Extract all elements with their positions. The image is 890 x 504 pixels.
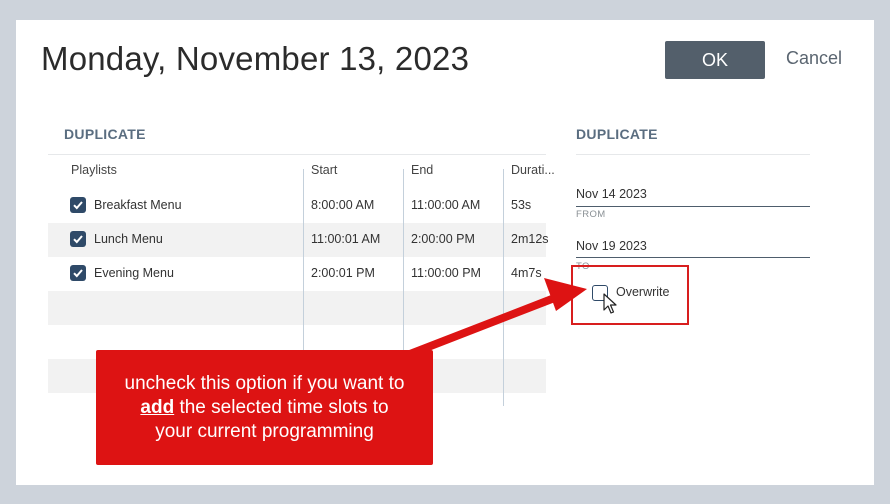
to-underline: [576, 257, 810, 258]
row-checkbox[interactable]: [70, 197, 86, 213]
from-label: FROM: [576, 209, 606, 220]
column-header-end[interactable]: End: [411, 163, 433, 177]
header-divider: [576, 154, 810, 155]
playlist-name: Evening Menu: [94, 266, 174, 280]
from-date-input[interactable]: Nov 14 2023: [576, 187, 647, 201]
empty-row: [48, 291, 546, 325]
end-time: 2:00:00 PM: [411, 232, 475, 246]
callout-line-3: your current programming: [155, 421, 374, 442]
header-divider: [48, 154, 546, 155]
check-icon: [73, 201, 83, 210]
left-section-heading: DUPLICATE: [64, 126, 146, 142]
dialog-title: Monday, November 13, 2023: [41, 40, 470, 77]
column-header-playlists[interactable]: Playlists: [71, 163, 117, 177]
table-row[interactable]: Breakfast Menu 8:00:00 AM 11:00:00 AM 53…: [48, 189, 546, 223]
cancel-button[interactable]: Cancel: [786, 48, 842, 69]
table-row[interactable]: Evening Menu 2:00:01 PM 11:00:00 PM 4m7s: [48, 257, 546, 291]
callout-line-2-rest: the selected time slots to: [174, 397, 389, 418]
callout-emphasis: add: [140, 397, 175, 418]
duration: 53s: [511, 198, 532, 212]
end-time: 11:00:00 AM: [411, 198, 481, 212]
start-time: 8:00:00 AM: [311, 198, 375, 212]
column-header-start[interactable]: Start: [311, 163, 337, 177]
highlight-box: [571, 265, 689, 325]
end-time: 11:00:00 PM: [411, 266, 481, 280]
annotation-callout: uncheck this option if you want to add t…: [96, 350, 433, 465]
row-checkbox[interactable]: [70, 231, 86, 247]
start-time: 2:00:01 PM: [311, 266, 375, 280]
playlist-name: Breakfast Menu: [94, 198, 182, 212]
column-header-duration[interactable]: Durati...: [511, 163, 555, 177]
callout-line-1: uncheck this option if you want to: [124, 373, 405, 394]
check-icon: [73, 235, 83, 244]
mouse-pointer-icon: [603, 293, 617, 314]
start-time: 11:00:01 AM: [311, 232, 381, 246]
table-row[interactable]: Lunch Menu 11:00:01 AM 2:00:00 PM 2m12s: [48, 223, 549, 257]
right-section-heading: DUPLICATE: [576, 126, 658, 142]
to-date-input[interactable]: Nov 19 2023: [576, 239, 647, 253]
playlist-name: Lunch Menu: [94, 232, 163, 246]
ok-button[interactable]: OK: [665, 41, 765, 79]
duration: 4m7s: [511, 266, 542, 280]
from-underline: [576, 206, 810, 207]
check-icon: [73, 269, 83, 278]
column-divider: [503, 169, 504, 406]
row-checkbox[interactable]: [70, 265, 86, 281]
duration: 2m12s: [511, 232, 549, 246]
callout-line-2: add the selected time slots to: [96, 396, 433, 420]
